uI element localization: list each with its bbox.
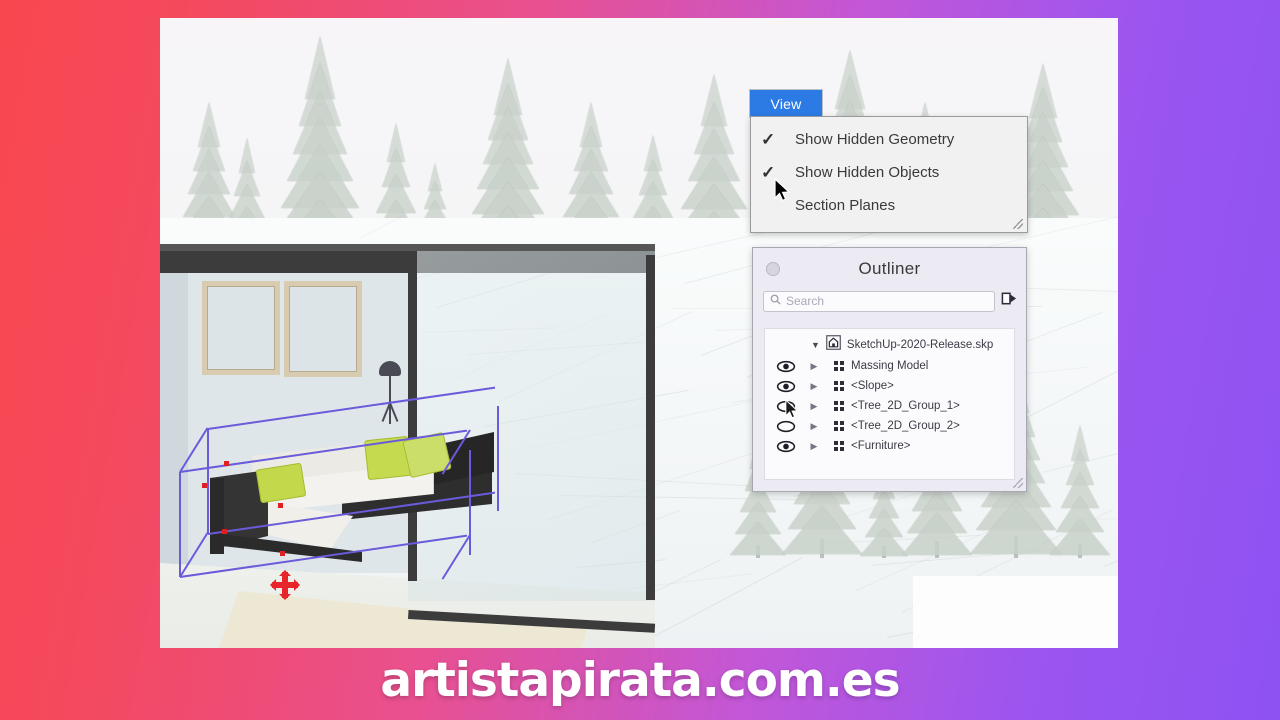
group-icon — [827, 421, 851, 431]
outliner-row-label: <Tree_2D_Group_1> — [851, 400, 960, 412]
wall-art-left — [202, 281, 280, 375]
outliner-row-tree-2d-group-1[interactable]: ▶ <Tree_2D_Group_1> — [765, 396, 1014, 419]
chevron-right-icon[interactable]: ▶ — [801, 441, 827, 452]
outliner-search-row: Search — [753, 290, 1026, 320]
search-placeholder: Search — [786, 294, 825, 308]
lamp-shade — [379, 361, 401, 376]
outliner-root-row[interactable]: ▼ SketchUp-2020-Release.skp — [765, 334, 1014, 356]
outliner-resize-grip[interactable] — [1013, 478, 1023, 488]
gizmo-tip-down — [279, 594, 291, 600]
chevron-down-icon[interactable]: ▼ — [811, 340, 820, 350]
sofa-arm-left-side — [210, 478, 224, 554]
gizmo-tip-left — [270, 579, 276, 591]
pine-tree — [1050, 425, 1110, 558]
watermark-text: artistapirata.com.es — [380, 653, 900, 708]
gizmo-tip-right — [294, 579, 300, 591]
wall-art-right — [284, 281, 362, 377]
group-icon — [827, 441, 851, 451]
eye-open-icon[interactable] — [771, 360, 801, 373]
view-dropdown-menu: ✓ Show Hidden Geometry ✓ Show Hidden Obj… — [750, 116, 1028, 233]
chevron-right-icon[interactable]: ▶ — [801, 381, 827, 392]
home-icon — [826, 335, 841, 355]
panel-collapse-toggle[interactable] — [766, 262, 780, 276]
view-menu-container: View ✓ Show Hidden Geometry ✓ Show Hidde… — [750, 90, 1028, 233]
outliner-row-label: <Tree_2D_Group_2> — [851, 420, 960, 432]
menu-item-label: Show Hidden Objects — [795, 164, 940, 181]
outliner-row-label: <Slope> — [851, 380, 894, 392]
outliner-tree-list[interactable]: ▼ SketchUp-2020-Release.skp ▶ Massing Mo… — [764, 328, 1015, 480]
group-icon — [827, 361, 851, 371]
outliner-row-label: <Furniture> — [851, 440, 911, 452]
menu-item-show-hidden-geometry[interactable]: ✓ Show Hidden Geometry — [751, 123, 1027, 156]
view-menu-button[interactable]: View — [750, 90, 822, 117]
house-model — [160, 233, 680, 648]
group-icon — [827, 381, 851, 391]
search-icon — [770, 292, 781, 310]
outliner-titlebar: Outliner — [753, 248, 1026, 290]
menu-item-section-planes[interactable]: Section Planes — [751, 189, 1027, 222]
mullion-right — [646, 255, 655, 600]
chevron-right-icon[interactable]: ▶ — [801, 401, 827, 412]
chevron-right-icon[interactable]: ▶ — [801, 421, 827, 432]
outliner-row-furniture[interactable]: ▶ <Furniture> — [765, 436, 1014, 456]
blank-overlay-panel — [913, 576, 1118, 648]
details-flyout-icon[interactable] — [1001, 290, 1018, 312]
eye-closed-icon[interactable] — [771, 420, 801, 433]
pillow-left — [255, 462, 307, 504]
eye-open-icon[interactable] — [771, 380, 801, 393]
checkmark-icon: ✓ — [761, 129, 776, 149]
side-wall — [160, 273, 188, 603]
chevron-right-icon[interactable]: ▶ — [801, 361, 827, 372]
outliner-row-slope[interactable]: ▶ <Slope> — [765, 376, 1014, 396]
outliner-root-label: SketchUp-2020-Release.skp — [846, 339, 994, 351]
sectional-sofa[interactable] — [200, 418, 500, 568]
menu-resize-grip[interactable] — [1013, 219, 1023, 229]
menu-item-label: Show Hidden Geometry — [795, 131, 955, 148]
outliner-row-massing-model[interactable]: ▶ Massing Model — [765, 356, 1014, 376]
outliner-row-tree-2d-group-2[interactable]: ▶ <Tree_2D_Group_2> — [765, 416, 1014, 436]
outliner-panel: Outliner Search ▼ SketchUp-2020-Release.… — [752, 247, 1027, 492]
outliner-title: Outliner — [858, 259, 921, 278]
lamp-pole — [389, 375, 391, 405]
search-input[interactable]: Search — [763, 290, 995, 312]
outliner-row-label: Massing Model — [851, 360, 929, 372]
menu-item-show-hidden-objects[interactable]: ✓ Show Hidden Objects — [751, 156, 1027, 189]
eye-open-icon[interactable] — [771, 440, 801, 453]
floor-lamp — [376, 361, 406, 424]
move-tool-gizmo[interactable] — [270, 570, 300, 600]
gizmo-tip-up — [279, 570, 291, 576]
group-icon — [827, 401, 851, 411]
menu-item-label: Section Planes — [795, 197, 896, 214]
video-frame: View ✓ Show Hidden Geometry ✓ Show Hidde… — [160, 18, 1118, 648]
